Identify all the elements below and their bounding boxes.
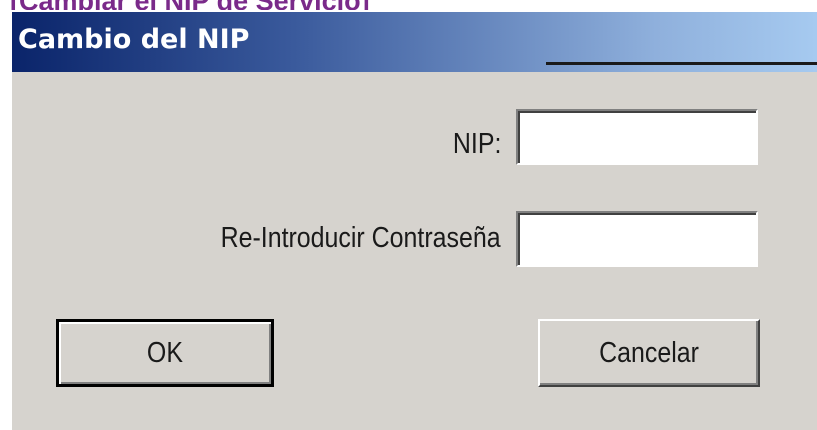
nip-input[interactable] [516,109,758,165]
ok-button[interactable]: OK [56,319,274,387]
dialog-title: Cambio del NIP [18,24,250,55]
separator-line [546,62,817,65]
page: [Cambiar el NIP de Servicio] Cambio del … [0,0,817,430]
reenter-password-label: Re-Introducir Contraseña [220,222,501,254]
cancel-button-label: Cancelar [599,336,699,369]
ok-button-label: OK [146,336,184,369]
reenter-password-input[interactable] [516,211,758,267]
cancel-button[interactable]: Cancelar [538,319,760,387]
nip-label: NIP: [452,128,501,160]
